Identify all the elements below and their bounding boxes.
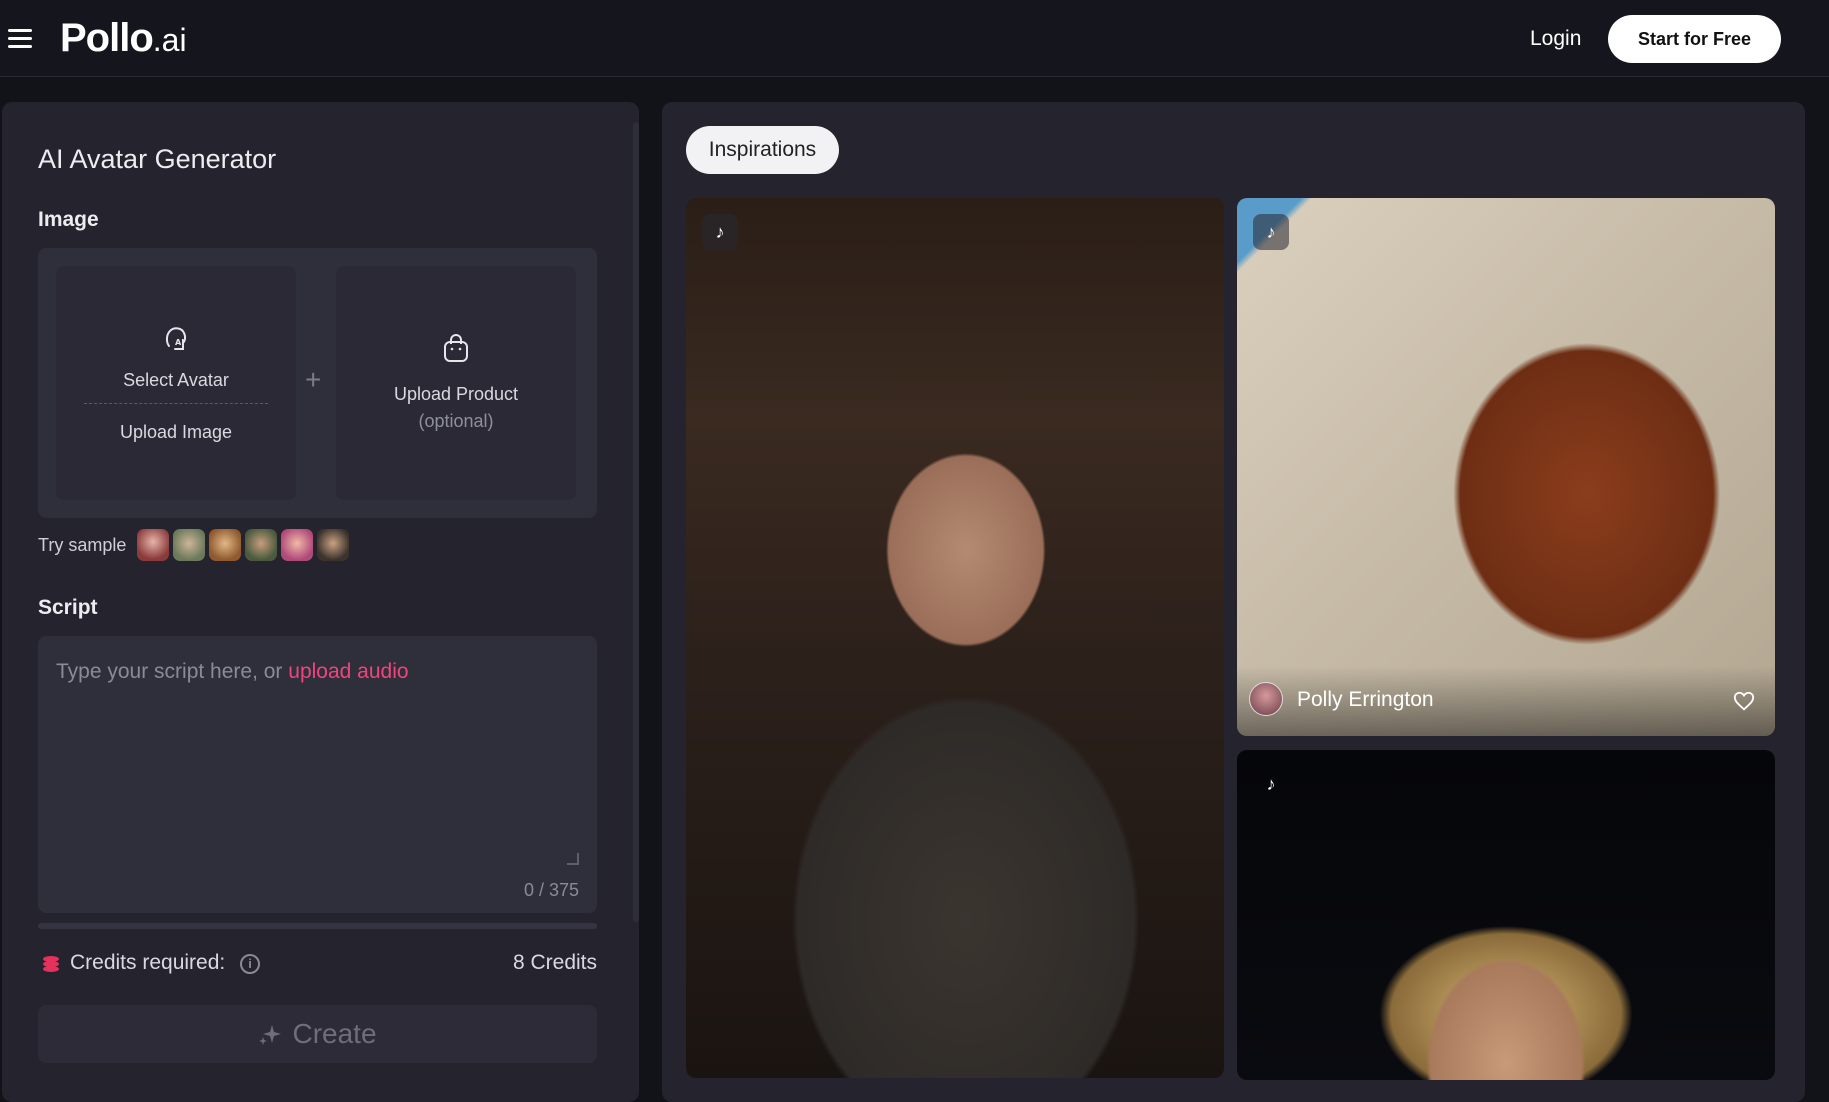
credits-value: 8 Credits — [512, 951, 597, 974]
sample-avatar-2[interactable] — [173, 529, 205, 561]
video-footer: Polly Errington — [1237, 666, 1775, 736]
shopping-bag-icon — [444, 334, 468, 362]
inspiration-video-2[interactable]: ♪ Polly Errington — [1237, 198, 1775, 736]
sample-avatar-4[interactable] — [245, 529, 277, 561]
script-box: Type your script here, or upload audio 0… — [38, 636, 597, 913]
logo-suffix: .ai — [152, 22, 187, 58]
resize-handle[interactable] — [567, 853, 579, 865]
inspiration-video-1[interactable]: ♪ — [686, 198, 1224, 1078]
select-avatar-button[interactable]: Select Avatar — [56, 370, 296, 391]
sparkle-icon — [259, 1025, 282, 1045]
inspiration-video-3[interactable]: ♪ — [1237, 750, 1775, 1080]
menu-icon[interactable] — [8, 29, 32, 49]
sample-avatar-6[interactable] — [317, 529, 349, 561]
logo[interactable]: Pollo.ai — [60, 16, 187, 61]
create-label: Create — [292, 1018, 377, 1049]
upload-product-card[interactable]: Upload Product (optional) — [336, 266, 576, 500]
start-for-free-button[interactable]: Start for Free — [1608, 15, 1781, 63]
plus-icon: + — [305, 364, 322, 395]
svg-text:AI: AI — [175, 338, 184, 347]
script-section-label: Script — [38, 596, 98, 619]
info-icon[interactable]: i — [240, 954, 260, 974]
upload-image-button[interactable]: Upload Image — [56, 422, 296, 443]
generator-panel: AI Avatar Generator Image AI Select Avat… — [2, 102, 639, 1102]
panel-scrollbar[interactable] — [633, 122, 639, 922]
creator-avatar[interactable] — [1249, 682, 1283, 716]
avatar-icon: AI — [165, 327, 187, 350]
optional-label: (optional) — [418, 411, 494, 431]
upload-product-label: Upload Product — [393, 384, 519, 404]
creator-name[interactable]: Polly Errington — [1297, 688, 1434, 712]
panel-divider — [38, 923, 597, 929]
inspirations-panel: Inspirations ♪ ♪ Polly Errington ♪ — [662, 102, 1805, 1102]
top-header: Pollo.ai Login Start for Free — [0, 0, 1829, 77]
tiktok-icon: ♪ — [702, 214, 738, 250]
coins-icon — [43, 956, 59, 972]
sample-thumbnails — [137, 529, 349, 561]
page-title: AI Avatar Generator — [38, 144, 277, 174]
tiktok-icon: ♪ — [1253, 214, 1289, 250]
sample-avatar-3[interactable] — [209, 529, 241, 561]
create-button[interactable]: Create — [38, 1005, 597, 1063]
divider — [84, 403, 268, 404]
logo-main: Pollo — [60, 16, 154, 60]
sample-avatar-5[interactable] — [281, 529, 313, 561]
character-counter: 0 / 375 — [523, 880, 579, 900]
upload-audio-link[interactable]: upload audio — [288, 660, 408, 683]
try-sample-label: Try sample — [38, 535, 127, 555]
heart-icon[interactable] — [1733, 690, 1755, 712]
tiktok-icon: ♪ — [1266, 773, 1276, 794]
sample-avatar-1[interactable] — [137, 529, 169, 561]
credits-required-label: Credits required: — [70, 951, 226, 974]
avatar-card: AI Select Avatar Upload Image — [56, 266, 296, 500]
credits-row: Credits required: i 8 Credits — [38, 949, 597, 979]
image-section-label: Image — [38, 208, 99, 231]
login-link[interactable]: Login — [1530, 27, 1581, 51]
image-upload-area: AI Select Avatar Upload Image + Upload P… — [38, 248, 597, 518]
tab-inspirations[interactable]: Inspirations — [686, 126, 839, 174]
